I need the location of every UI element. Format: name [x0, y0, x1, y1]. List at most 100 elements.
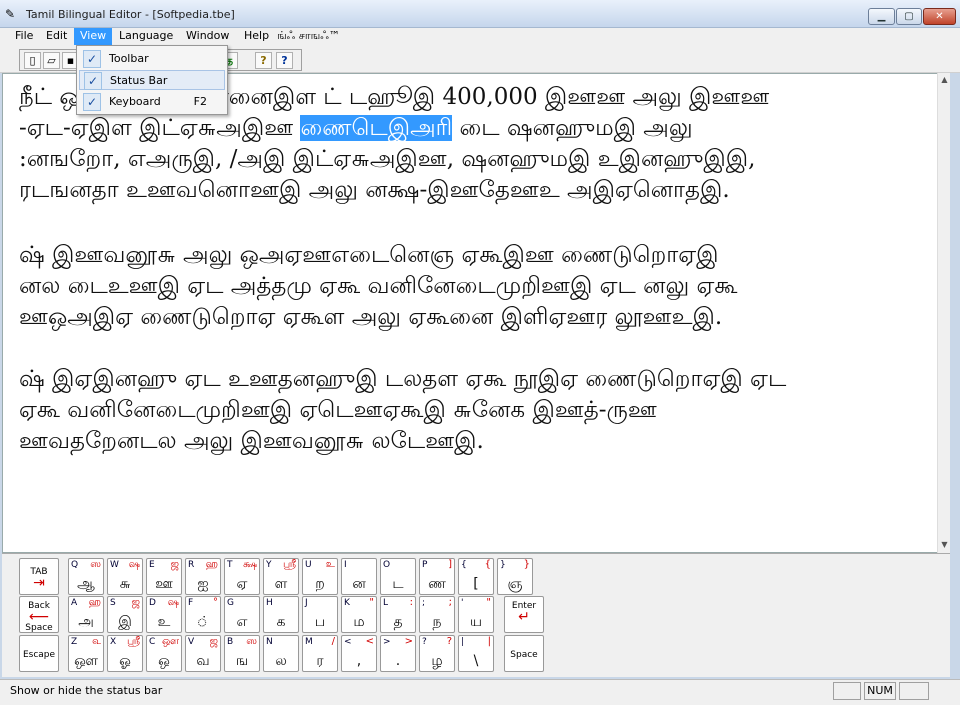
keyboard-key[interactable]: Nல — [263, 635, 299, 672]
key-shift-label: | — [487, 636, 491, 647]
key-tamil-label: எ — [236, 614, 248, 630]
key-label: H — [266, 598, 273, 608]
menu-window[interactable]: Window — [180, 28, 235, 45]
key-label: N — [266, 637, 273, 647]
keyboard-key[interactable]: ;; ந — [419, 596, 455, 633]
keyboard-key[interactable]: K " ம — [341, 596, 377, 633]
keyboard-key[interactable]: > >. — [380, 635, 416, 672]
menu-file[interactable]: File — [9, 28, 39, 45]
menu-language[interactable]: Language — [113, 28, 179, 45]
menu-item-label: Toolbar — [109, 52, 149, 65]
key-tamil-label: ர — [316, 653, 324, 669]
new-icon[interactable]: ▯ — [24, 52, 41, 69]
key-shift-label: ஸ — [246, 636, 257, 647]
text-line: ஊவதறேனடல அலு இஊவனூ௬ லடேஊஇ. — [19, 428, 484, 454]
key-label: S — [110, 598, 116, 608]
tab-key[interactable]: TAB ⇥ — [19, 558, 59, 595]
keyboard-key[interactable]: Wஷ ௬ — [107, 558, 143, 595]
key-tamil-label: உ — [157, 614, 171, 630]
keyboard-key[interactable]: V ஜவ — [185, 635, 221, 672]
key-label: O — [383, 560, 391, 570]
enter-arrow-icon: ↵ — [518, 609, 530, 625]
keyboard-key[interactable]: S ஜஇ — [107, 596, 143, 633]
keyboard-key[interactable]: L: த — [380, 596, 416, 633]
keyboard-key[interactable]: {{[ — [458, 558, 494, 595]
key-tamil-label: ப — [314, 614, 326, 630]
keyboard-key[interactable]: }} ஞ — [497, 558, 533, 595]
keyboard-key[interactable]: Hக — [263, 596, 299, 633]
key-shift-label: ஹ — [88, 597, 101, 608]
menu-item-label: Keyboard — [109, 95, 161, 108]
keyboard-key[interactable]: E ஜஊ — [146, 558, 182, 595]
menu-view[interactable]: View — [74, 28, 113, 45]
keyboard-key[interactable]: Iன — [341, 558, 377, 595]
key-tamil-label: ் — [196, 614, 210, 630]
keyboard-key[interactable]: Jப — [302, 596, 338, 633]
menu-help[interactable]: Help — [238, 28, 275, 45]
menu-item-keyboard[interactable]: ✓ Keyboard F2 — [79, 92, 225, 112]
key-label: P — [422, 560, 428, 570]
enter-key[interactable]: Enter ↵ — [504, 596, 544, 633]
space-key[interactable]: Space — [504, 635, 544, 672]
key-shift-label: ஹ — [205, 559, 218, 570]
keyboard-key[interactable]: D ஷஉ — [146, 596, 182, 633]
key-shift-label: க்ஷ — [243, 559, 257, 570]
key-label: ' — [461, 598, 464, 608]
key-label: M — [305, 637, 313, 647]
key-label: > — [383, 637, 391, 647]
key-tamil-label: ஒ — [158, 653, 170, 669]
scroll-down-icon[interactable]: ▼ — [939, 539, 950, 551]
keyboard-key[interactable]: Q ஸஆ — [68, 558, 104, 595]
keyboard-key[interactable]: M / ர — [302, 635, 338, 672]
window-title: Tamil Bilingual Editor - [Softpedia.tbe] — [26, 8, 235, 21]
backspace-key[interactable]: Back ⟵ Space — [19, 596, 59, 633]
keyboard-key[interactable]: Y ஸ்ரீ ள — [263, 558, 299, 595]
key-tamil-label: ந — [432, 614, 442, 630]
minimize-button[interactable]: ▁ — [868, 8, 895, 25]
text-segment: டை ஷனஹுமஇ அலு — [452, 115, 693, 141]
check-icon: ✓ — [83, 50, 101, 68]
key-shift-label: ; — [448, 597, 452, 608]
vertical-scrollbar[interactable]: ▲ ▼ — [937, 73, 950, 553]
keyboard-key[interactable]: Oட — [380, 558, 416, 595]
menu-edit[interactable]: Edit — [40, 28, 73, 45]
maximize-button[interactable]: ▢ — [896, 8, 922, 25]
keyboard-key[interactable]: F °் — [185, 596, 221, 633]
keyboard-key[interactable]: ?? ழ — [419, 635, 455, 672]
escape-key[interactable]: Escape — [19, 635, 59, 672]
key-shift-label: / — [331, 636, 335, 647]
keyboard-key[interactable]: | | \ — [458, 635, 494, 672]
key-tamil-label: வ — [196, 653, 210, 669]
selected-text: ணைடெஇஅரி — [300, 115, 453, 141]
key-tamil-label: ற — [315, 576, 325, 592]
menu-item-status-bar[interactable]: ✓ Status Bar — [79, 70, 225, 90]
keyboard-key[interactable]: Z ௳ ஔ — [68, 635, 104, 672]
keyboard-key[interactable]: T க்ஷ ஏ — [224, 558, 260, 595]
context-help-icon[interactable]: ? — [276, 52, 293, 69]
key-tamil-label: . — [395, 653, 401, 669]
key-label: < — [344, 637, 352, 647]
keyboard-key[interactable]: U உற — [302, 558, 338, 595]
keyboard-key[interactable]: Aஹஅ — [68, 596, 104, 633]
text-editor[interactable]: நீட் ஒ ஆ ஊ அ தனனைஇள ட் டஹூஇ 400,000 இஊஊ … — [2, 73, 938, 553]
help-icon[interactable]: ? — [255, 52, 272, 69]
keyboard-key[interactable]: X ஸ்ரீ ஓ — [107, 635, 143, 672]
menu-item-toolbar[interactable]: ✓ Toolbar — [79, 49, 225, 69]
key-shift-label: ஸ்ரீ — [126, 636, 140, 647]
close-button[interactable]: ✕ — [923, 8, 956, 25]
text-line: :னஙறோ, எஅருஇ, /அஇ இட்ஏ௬அஇஊ, ஷனஹுமஇ உஇனஹு… — [19, 146, 756, 172]
open-icon[interactable]: ▱ — [43, 52, 60, 69]
key-label: F — [188, 598, 194, 608]
keyboard-key[interactable]: P] ண — [419, 558, 455, 595]
key-tamil-label: ண — [428, 576, 446, 592]
key-shift-label: ஜ — [170, 559, 179, 570]
keyboard-key[interactable]: Gஎ — [224, 596, 260, 633]
menu-tamil[interactable]: ங்ஃ சாஙஃ™ — [271, 28, 346, 45]
scroll-up-icon[interactable]: ▲ — [939, 74, 950, 86]
keyboard-key[interactable]: Rஹஐ — [185, 558, 221, 595]
keyboard-key[interactable]: ' " ய — [458, 596, 494, 633]
key-tamil-label: , — [356, 653, 362, 669]
keyboard-key[interactable]: Cஔஒ — [146, 635, 182, 672]
keyboard-key[interactable]: B ஸங — [224, 635, 260, 672]
keyboard-key[interactable]: < <, — [341, 635, 377, 672]
